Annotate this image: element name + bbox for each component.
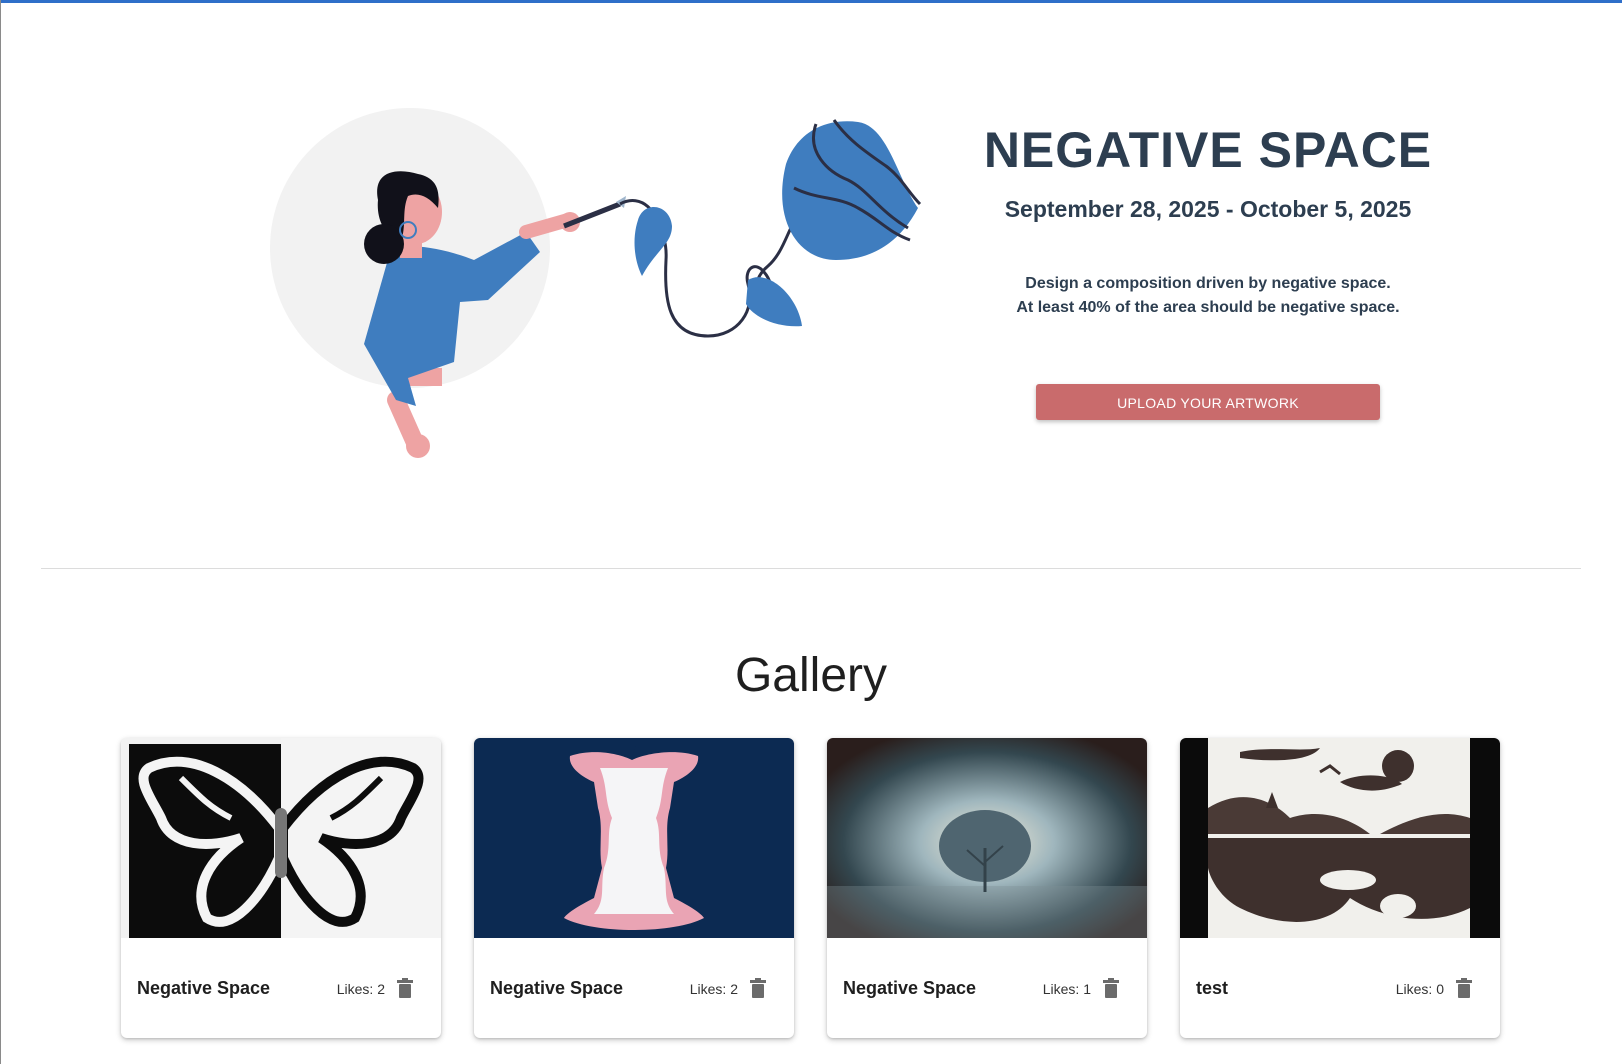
likes-count: Likes: 2 <box>689 981 738 997</box>
description-line-1: Design a composition driven by negative … <box>1025 275 1391 292</box>
butterfly-artwork[interactable] <box>121 738 441 938</box>
tree-artwork[interactable] <box>827 738 1147 938</box>
trash-icon[interactable] <box>397 978 413 998</box>
card-footer: Negative Space Likes: 2 <box>474 938 794 1038</box>
hero-section: NEGATIVE SPACE September 28, 2025 - Octo… <box>0 0 1622 560</box>
painter-illustration <box>270 108 922 458</box>
likes-count: Likes: 2 <box>336 981 385 997</box>
card-footer: Negative Space Likes: 2 <box>121 938 441 1038</box>
gallery-card[interactable]: test Likes: 0 <box>1180 738 1500 1038</box>
challenge-description: Design a composition driven by negative … <box>960 272 1456 320</box>
challenge-info: NEGATIVE SPACE September 28, 2025 - Octo… <box>960 120 1456 420</box>
upload-artwork-button[interactable]: UPLOAD YOUR ARTWORK <box>1036 384 1380 420</box>
trash-icon[interactable] <box>1103 978 1119 998</box>
gallery-card[interactable]: Negative Space Likes: 1 <box>827 738 1147 1038</box>
card-title: Negative Space <box>137 978 271 998</box>
card-footer: Negative Space Likes: 1 <box>827 938 1147 1038</box>
apple-faces-artwork[interactable] <box>474 738 794 938</box>
description-line-2: At least 40% of the area should be negat… <box>1016 299 1400 316</box>
card-footer: test Likes: 0 <box>1180 938 1500 1038</box>
card-title: Negative Space <box>490 978 624 998</box>
section-divider <box>41 568 1581 569</box>
landscape-reflection-artwork[interactable] <box>1180 738 1500 938</box>
likes-count: Likes: 0 <box>1395 981 1444 997</box>
card-title: Negative Space <box>843 978 977 998</box>
likes-count: Likes: 1 <box>1042 981 1091 997</box>
trash-icon[interactable] <box>1456 978 1472 998</box>
gallery-card[interactable]: Negative Space Likes: 2 <box>121 738 441 1038</box>
gallery-card[interactable]: Negative Space Likes: 2 <box>474 738 794 1038</box>
card-title: test <box>1196 978 1229 998</box>
challenge-title: NEGATIVE SPACE <box>983 122 1433 178</box>
trash-icon[interactable] <box>750 978 766 998</box>
gallery-title: Gallery <box>734 649 888 702</box>
challenge-dates: September 28, 2025 - October 5, 2025 <box>1004 196 1412 222</box>
